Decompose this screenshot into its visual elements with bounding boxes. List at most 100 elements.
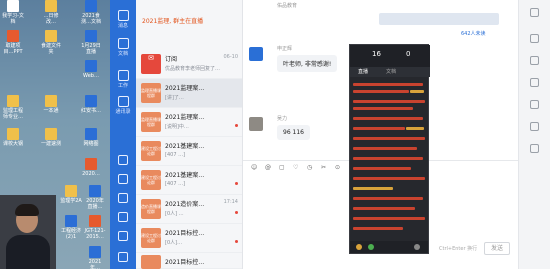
avatar [249, 117, 263, 131]
list-item[interactable]: 建设工程讨论群 2021目标控… [0人]… [136, 224, 242, 253]
scissors-icon[interactable]: ✂ [321, 164, 326, 171]
word-icon [85, 60, 97, 72]
list-item-preview: 优品教育李老师回复了… [165, 66, 221, 72]
live-panel-header: 16 0 [350, 45, 430, 67]
desktop-icon[interactable]: 2020年直播… [84, 185, 106, 210]
list-item[interactable]: 建设工程讨论群 2021基建案… [407 …] [136, 166, 242, 195]
like-icon[interactable]: ♡ [293, 164, 298, 171]
mail-icon[interactable] [118, 231, 128, 241]
desktop-icon[interactable]: 一建速测 [40, 128, 62, 147]
desktop-icon[interactable]: 2021食测…文档 [80, 0, 102, 25]
desktop-icon[interactable]: 取建项目…PPT [2, 30, 24, 55]
list-item[interactable]: 2021目标控… [136, 253, 242, 269]
avatar [249, 47, 263, 61]
more-icon[interactable] [118, 252, 128, 262]
sender-name: 申正辉 [277, 46, 293, 52]
desktop-icon[interactable]: 1月29日直播 [80, 30, 102, 55]
desktop-icon[interactable]: …日修改… [40, 0, 62, 25]
desktop-icon-label: 红安书… [80, 108, 101, 114]
live-panel-tabs: 直播 文档 [350, 67, 430, 77]
folder-icon [45, 95, 57, 107]
avatar [141, 255, 161, 269]
comment-line [353, 197, 423, 200]
rail-item-messages[interactable]: 消息 [110, 10, 136, 29]
desktop-icon[interactable]: 红安书… [80, 95, 102, 114]
desktop-icon[interactable]: 课校大钢 [2, 128, 24, 147]
live-panel[interactable]: 16 0 直播 文档 [349, 44, 430, 254]
calendar-icon[interactable] [118, 155, 128, 165]
desktop-icon[interactable]: 网络图 [80, 128, 102, 147]
rail-item-work[interactable]: 工作 [110, 70, 136, 89]
comment-line [353, 187, 393, 190]
rail-item-label: 消息 [117, 23, 128, 29]
app-icon[interactable] [530, 100, 539, 109]
list-item-title: 2021目标控… [165, 230, 205, 237]
hand-icon[interactable] [368, 244, 374, 250]
send-icon[interactable] [118, 193, 128, 203]
list-item[interactable]: ✉ 订阅 优品教育李老师回复了… 06-10 [136, 50, 242, 79]
clock-icon[interactable]: ◷ [307, 164, 312, 171]
announcement-icon[interactable] [530, 56, 539, 65]
gift-icon[interactable] [356, 244, 362, 250]
doc-icon [117, 38, 129, 49]
list-item-preview: [0人]… [165, 240, 183, 246]
comment-line [410, 90, 424, 93]
desktop-icon[interactable]: Web… [80, 60, 102, 79]
desktop-icon[interactable]: 一本通 [40, 95, 62, 114]
rail-item-docs[interactable]: 文档 [110, 38, 136, 57]
history-icon[interactable]: ⊙ [335, 164, 340, 171]
desktop-icon[interactable]: 2021年… [84, 246, 106, 271]
comment-line [406, 127, 424, 130]
pdf-icon [89, 215, 101, 227]
todo-icon[interactable] [118, 174, 128, 184]
list-item-title: 2021造价案… [165, 201, 205, 208]
desktop-icon-label: 监理学2A [60, 198, 82, 204]
send-button[interactable]: 发送 [484, 242, 510, 255]
word-icon [85, 0, 97, 12]
calendar-icon[interactable] [530, 122, 539, 131]
list-item[interactable]: 造价直播课程群 2021造价案… [0人] … 17:14 [136, 195, 242, 224]
desktop-icon-label: 我学习-文档 [2, 13, 24, 25]
desktop-icon-label: 一建速测 [40, 141, 61, 147]
tab-live[interactable]: 直播 [358, 68, 368, 75]
desktop-icon[interactable]: 食建文件夹 [40, 30, 62, 55]
live-group-banner[interactable]: 2021监理, 群主在直播 [136, 14, 242, 30]
desktop-icon[interactable]: 我学习-文档 [2, 0, 24, 25]
settings-icon[interactable] [530, 144, 539, 153]
comment-line [353, 217, 425, 220]
at-icon[interactable]: @ [265, 164, 271, 171]
desktop-icon-label: 2021食测…文档 [80, 13, 101, 25]
list-item[interactable]: 监理直播课程群 2021监理案… [讲]了… [136, 79, 242, 108]
message-input[interactable] [249, 178, 345, 238]
word-icon [85, 128, 97, 140]
comment-line [353, 147, 417, 150]
comment-line [353, 207, 415, 210]
tab-docs[interactable]: 文档 [386, 68, 396, 75]
desktop-icon[interactable]: 监理工程师专业… [2, 95, 24, 120]
desktop-icon[interactable]: 2020… [80, 158, 102, 177]
emoji-icon[interactable]: ☺ [251, 164, 257, 171]
list-item[interactable]: 建设工程讨论群 2021基建案… [407 …] [136, 137, 242, 166]
group-info-icon[interactable] [530, 34, 539, 43]
image-message[interactable] [379, 13, 499, 25]
folder-icon [45, 0, 57, 12]
folder-icon [45, 128, 57, 140]
rail-item-contacts[interactable]: 通讯录 [110, 96, 136, 115]
list-item[interactable]: 监理直播课程群 2021监理案… [说明]中… [136, 108, 242, 137]
file-icon[interactable]: ▢ [279, 164, 285, 171]
folder-icon [7, 95, 19, 107]
files-icon[interactable] [530, 78, 539, 87]
unread-dot [235, 182, 238, 185]
rail-item-label: 文档 [117, 51, 128, 57]
desktop-icon[interactable]: 工程经济(2)1 [60, 215, 82, 240]
unread-dot [235, 240, 238, 243]
avatar: 建设工程讨论群 [141, 170, 161, 190]
more-icon[interactable] [530, 8, 539, 17]
settings-icon[interactable] [414, 244, 420, 250]
desktop-icon[interactable]: 监理学2A [60, 185, 82, 204]
desktop-icon[interactable]: JGT-121-2015… [84, 215, 106, 240]
sender-name: 佑品教育 [277, 3, 298, 9]
phone-icon[interactable] [118, 212, 128, 222]
avatar: ✉ [141, 54, 161, 74]
read-status[interactable]: 642人未读 [461, 30, 486, 37]
